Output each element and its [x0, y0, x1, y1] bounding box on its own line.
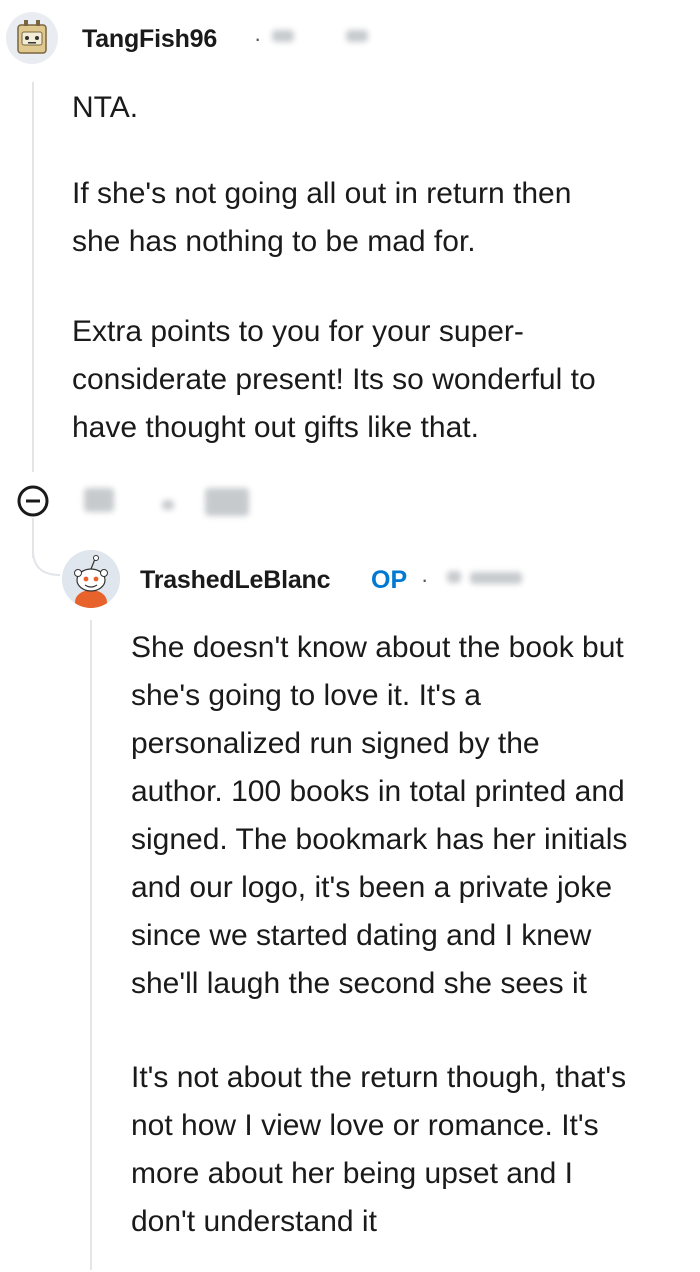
minus-circle-icon — [17, 485, 49, 517]
blurred-timestamp — [470, 572, 522, 584]
thread-line-reply[interactable] — [90, 620, 92, 1270]
reply-author-avatar[interactable] — [62, 550, 120, 608]
reply-paragraph: It's not about the return though, that's… — [131, 1061, 627, 1238]
blurred-action — [162, 500, 174, 510]
reply-paragraph: She doesn't know about the book but she'… — [131, 631, 628, 1000]
meta-separator: · — [254, 26, 262, 51]
blurred-vote-count — [84, 488, 114, 512]
comment-author[interactable]: TangFish96 — [82, 25, 217, 54]
collapse-thread-button[interactable] — [16, 484, 50, 518]
comment-paragraph: Extra points to you for your super- cons… — [72, 315, 596, 444]
blurred-timestamp — [447, 571, 461, 583]
blurred-timestamp — [272, 30, 294, 42]
meta-separator: · — [421, 567, 429, 592]
comment-paragraph: If she's not going all out in return the… — [72, 177, 572, 258]
thread-line-top[interactable] — [32, 82, 34, 472]
comment-paragraph: NTA. — [72, 91, 139, 124]
snoo-avatar-icon — [62, 550, 120, 608]
author-avatar[interactable] — [6, 12, 58, 64]
robot-avatar-icon — [6, 12, 58, 64]
blurred-timestamp — [346, 30, 368, 42]
blurred-action — [205, 488, 249, 516]
reply-author[interactable]: TrashedLeBlanc — [140, 566, 331, 595]
op-badge: OP — [371, 566, 408, 594]
